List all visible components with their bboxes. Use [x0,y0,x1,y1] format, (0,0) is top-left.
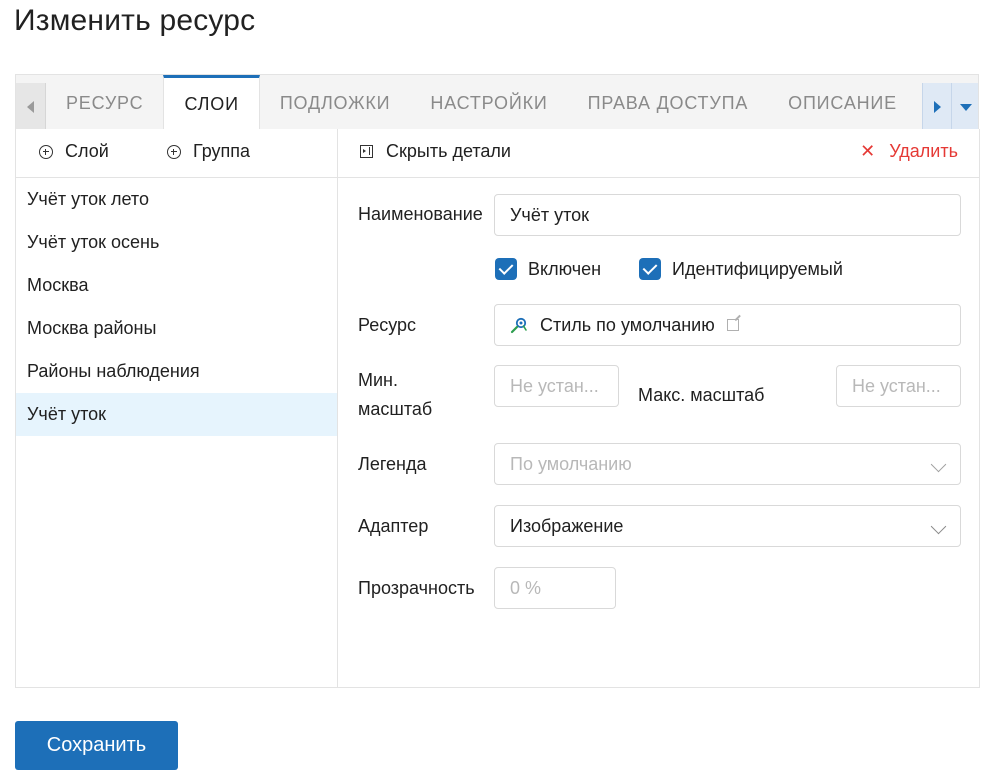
tab-bar: РЕСУРС СЛОИ ПОДЛОЖКИ НАСТРОЙКИ ПРАВА ДОС… [15,74,979,130]
tab-scroll-right-button[interactable] [922,83,951,129]
collapse-panel-icon [360,145,373,158]
min-scale-label-line1: Мин. [358,370,398,390]
delete-button[interactable]: ✕ Удалить [860,141,958,162]
legend-placeholder: По умолчанию [510,453,632,474]
layer-tree-pane: Слой Группа Учёт уток лето Учёт уток осе… [16,129,338,687]
layer-details-pane: Скрыть детали ✕ Удалить Наименование Учё… [338,129,979,687]
tab-menu-button[interactable] [951,83,978,129]
add-group-button[interactable]: Группа [167,141,250,162]
close-icon: ✕ [860,141,876,161]
name-input[interactable]: Учёт уток [494,194,961,236]
identifiable-label: Идентифицируемый [672,258,843,279]
tab-basemaps[interactable]: ПОДЛОЖКИ [260,75,411,129]
layer-item[interactable]: Учёт уток осень [16,221,337,264]
checkbox-checked-icon [639,258,661,280]
hide-details-button[interactable]: Скрыть детали [360,141,511,162]
add-layer-label: Слой [65,141,109,161]
min-scale-input[interactable]: Не устан... [494,365,619,407]
layer-tree-toolbar: Слой Группа [16,129,337,178]
enabled-label: Включен [528,258,602,279]
layer-item[interactable]: Районы наблюдения [16,350,337,393]
max-scale-placeholder: Не устан... [852,375,941,396]
legend-select[interactable]: По умолчанию [494,443,961,485]
add-group-label: Группа [193,141,251,161]
adapter-value: Изображение [510,515,624,536]
page-title: Изменить ресурс [14,4,256,37]
tab-description[interactable]: ОПИСАНИЕ [768,75,917,129]
tab-settings[interactable]: НАСТРОЙКИ [410,75,567,129]
resource-field[interactable]: Стиль по умолчанию [494,304,961,346]
resource-label: Ресурс [358,315,417,335]
min-scale-placeholder: Не устан... [510,375,599,396]
layer-list: Учёт уток лето Учёт уток осень Москва Мо… [16,178,337,436]
layer-item[interactable]: Москва районы [16,307,337,350]
opacity-label: Прозрачность [358,578,475,598]
chevron-down-icon [930,456,947,473]
arrow-right-icon [933,101,941,113]
tab-layers[interactable]: СЛОИ [163,75,260,129]
opacity-placeholder: 0 % [510,577,542,598]
adapter-select[interactable]: Изображение [494,505,961,547]
style-icon [510,316,528,334]
layer-item[interactable]: Учёт уток лето [16,178,337,221]
opacity-input[interactable]: 0 % [494,567,616,609]
details-toolbar: Скрыть детали ✕ Удалить [338,129,979,178]
save-button[interactable]: Сохранить [15,721,178,770]
add-circle-icon [39,144,53,159]
tab-permissions[interactable]: ПРАВА ДОСТУПА [568,75,769,129]
checkbox-checked-icon [495,258,517,280]
add-layer-button[interactable]: Слой [39,141,109,162]
tabs: РЕСУРС СЛОИ ПОДЛОЖКИ НАСТРОЙКИ ПРАВА ДОС… [46,75,971,129]
identifiable-checkbox[interactable]: Идентифицируемый [639,258,843,280]
max-scale-label: Макс. масштаб [638,385,765,405]
hide-details-label: Скрыть детали [386,141,511,161]
chevron-down-icon [930,518,947,535]
arrow-left-icon [27,101,34,113]
min-scale-label-line2: масштаб [358,399,433,419]
external-link-icon[interactable] [726,319,739,331]
adapter-label: Адаптер [358,516,429,536]
layer-item-selected[interactable]: Учёт уток [16,393,337,436]
add-circle-icon [167,144,181,159]
resource-value: Стиль по умолчанию [540,314,715,335]
tab-scroll-left-button[interactable] [16,83,46,129]
name-value: Учёт уток [510,204,589,225]
legend-label: Легенда [358,454,427,474]
layers-panel: Слой Группа Учёт уток лето Учёт уток осе… [15,129,980,688]
max-scale-input[interactable]: Не устан... [836,365,961,407]
layer-item[interactable]: Москва [16,264,337,307]
chevron-down-icon [959,103,972,111]
enabled-checkbox[interactable]: Включен [495,258,601,280]
tab-resource[interactable]: РЕСУРС [46,75,163,129]
delete-label: Удалить [889,141,958,161]
name-label: Наименование [358,204,483,224]
